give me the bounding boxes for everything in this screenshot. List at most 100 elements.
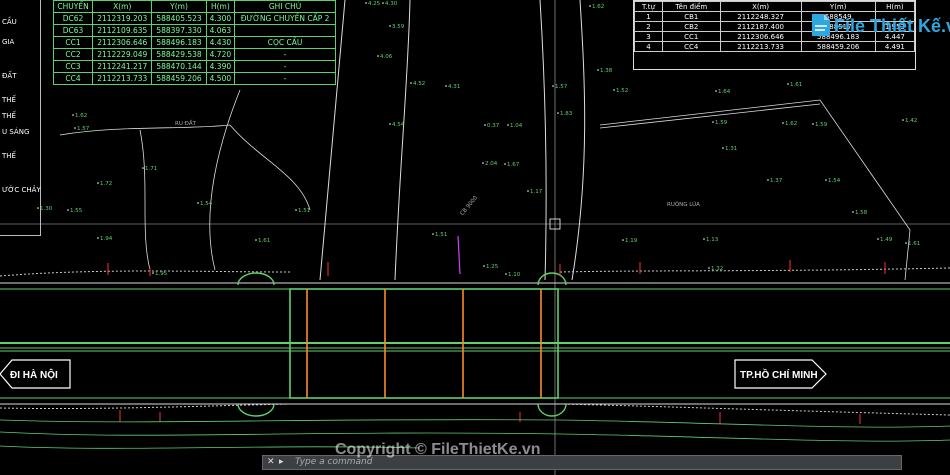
header-cell: Y(m) [800, 1, 876, 12]
survey-point [484, 124, 486, 126]
survey-point [389, 25, 391, 27]
survey-point [613, 89, 615, 91]
survey-point [97, 237, 99, 239]
survey-point [852, 211, 854, 213]
table-header-row: T.tự Tên điểm X(m) Y(m) H(m) [634, 1, 916, 12]
river-bank-right [539, 0, 547, 281]
elevation-label: 1.57 [555, 84, 568, 90]
survey-point [812, 123, 814, 125]
elevation-label: 1.62 [785, 121, 797, 127]
table-cell: 2112248.327 [719, 11, 802, 22]
elevation-label: 1.54 [828, 178, 841, 184]
table-cell: CỌC CẦU [234, 36, 336, 49]
table-cell: 2112306.646 [92, 36, 153, 49]
table-cell: 3 [634, 31, 663, 42]
survey-point [597, 69, 599, 71]
survey-point [905, 242, 907, 244]
elevation-label: 3.59 [392, 24, 405, 30]
table-cell: 2112213.733 [719, 41, 802, 52]
elevation-label: 1.72 [100, 181, 112, 187]
survey-point [365, 2, 367, 4]
close-icon[interactable]: ✕ [267, 457, 275, 467]
table-cell: DC62 [52, 12, 94, 25]
survey-point [74, 127, 76, 129]
survey-point [527, 190, 529, 192]
survey-point [482, 162, 484, 164]
table-cell: CC3 [52, 60, 94, 73]
legend-item: CẦU [2, 18, 17, 26]
elevation-label: 1.67 [507, 162, 520, 168]
survey-point [142, 167, 144, 169]
elevation-label: 1.49 [880, 237, 893, 243]
elevation-label: 1.61 [258, 238, 270, 244]
survey-point [722, 147, 724, 149]
road-line-right [599, 99, 911, 281]
header-cell: H(m) [874, 1, 916, 12]
survey-point [389, 123, 391, 125]
elevation-label: 1.25 [486, 264, 499, 270]
control-points-table: CHUYỂN X(m) Y(m) H(m) GHI CHÚ DC62 211231… [52, 0, 336, 85]
table-cell: 588429.538 [151, 48, 207, 61]
elevation-label: 4.52 [413, 81, 425, 87]
survey-point [877, 238, 879, 240]
table-cell: 2112241.217 [92, 60, 153, 73]
elevation-label: 1.19 [625, 238, 638, 244]
elevation-label: 1.04 [510, 123, 523, 129]
elevation-label: 1.51 [298, 208, 310, 214]
survey-point [589, 5, 591, 7]
elevation-label: 1.59 [815, 122, 828, 128]
legend-item: U SÁNG [2, 128, 30, 136]
legend-item: ĐẤT [2, 72, 17, 80]
survey-point [382, 2, 384, 4]
table-cell: 4.300 [205, 12, 236, 25]
table-row: CC4 2112213.733 588459.206 4.500- [52, 72, 336, 85]
elevation-label: 1.61 [908, 241, 920, 247]
survey-point [152, 272, 154, 274]
survey-point [708, 267, 710, 269]
river-bank-right-2 [571, 0, 586, 281]
table-cell: DC63 [52, 24, 94, 37]
elevation-label: 4.25 [368, 1, 381, 7]
header-cell: Tên điểm [661, 1, 721, 12]
table-cell: 2112319.203 [92, 12, 153, 25]
elevation-label: 1.30 [40, 206, 53, 212]
table-cell: 588459.206 [800, 41, 876, 52]
survey-point [67, 209, 69, 211]
table-cell: CC4 [52, 72, 94, 85]
command-prompt-icon[interactable]: ▸ [279, 457, 284, 467]
elevation-label: 1.62 [592, 4, 604, 10]
header-cell: H(m) [205, 0, 236, 13]
elevation-label: 0.37 [487, 123, 500, 129]
survey-point [483, 265, 485, 267]
survey-point [505, 273, 507, 275]
elevation-label: 1.58 [855, 210, 868, 216]
legend-item: GIA [2, 38, 15, 46]
survey-point [767, 179, 769, 181]
survey-point [557, 112, 559, 114]
header-cell: X(m) [719, 1, 802, 12]
benchmark-label: CB 9000 [459, 195, 479, 217]
table-row: CC1 2112306.646 588496.183 4.430 CỌC CẦU [52, 36, 336, 49]
survey-point [622, 239, 624, 241]
survey-point [72, 114, 74, 116]
elevation-label: 1.51 [435, 232, 447, 238]
elevation-label: 1.38 [600, 68, 613, 74]
table-cell: - [234, 72, 336, 85]
field-boundary-2 [139, 129, 151, 271]
elevation-label: 1.13 [706, 237, 719, 243]
table-header-row: CHUYỂN X(m) Y(m) H(m) GHI CHÚ [52, 0, 336, 13]
table-cell: 4.063 [205, 24, 236, 37]
header-cell: X(m) [92, 0, 153, 13]
table-cell: 4 [634, 41, 663, 52]
abutment-bottom-left [237, 403, 275, 417]
table-cell: 2112187.400 [719, 21, 802, 32]
table-cell: 588496.183 [151, 36, 207, 49]
survey-point [507, 124, 509, 126]
elevation-label: 1.64 [718, 89, 731, 95]
elevation-label: 4.54 [392, 122, 405, 128]
legend-item: ƯỚC CHẢY [2, 186, 41, 194]
elevation-label: 2.04 [485, 161, 498, 167]
elevation-label: 1.31 [725, 146, 737, 152]
header-cell: Y(m) [151, 0, 207, 13]
legend-item: THẾ [2, 112, 16, 120]
